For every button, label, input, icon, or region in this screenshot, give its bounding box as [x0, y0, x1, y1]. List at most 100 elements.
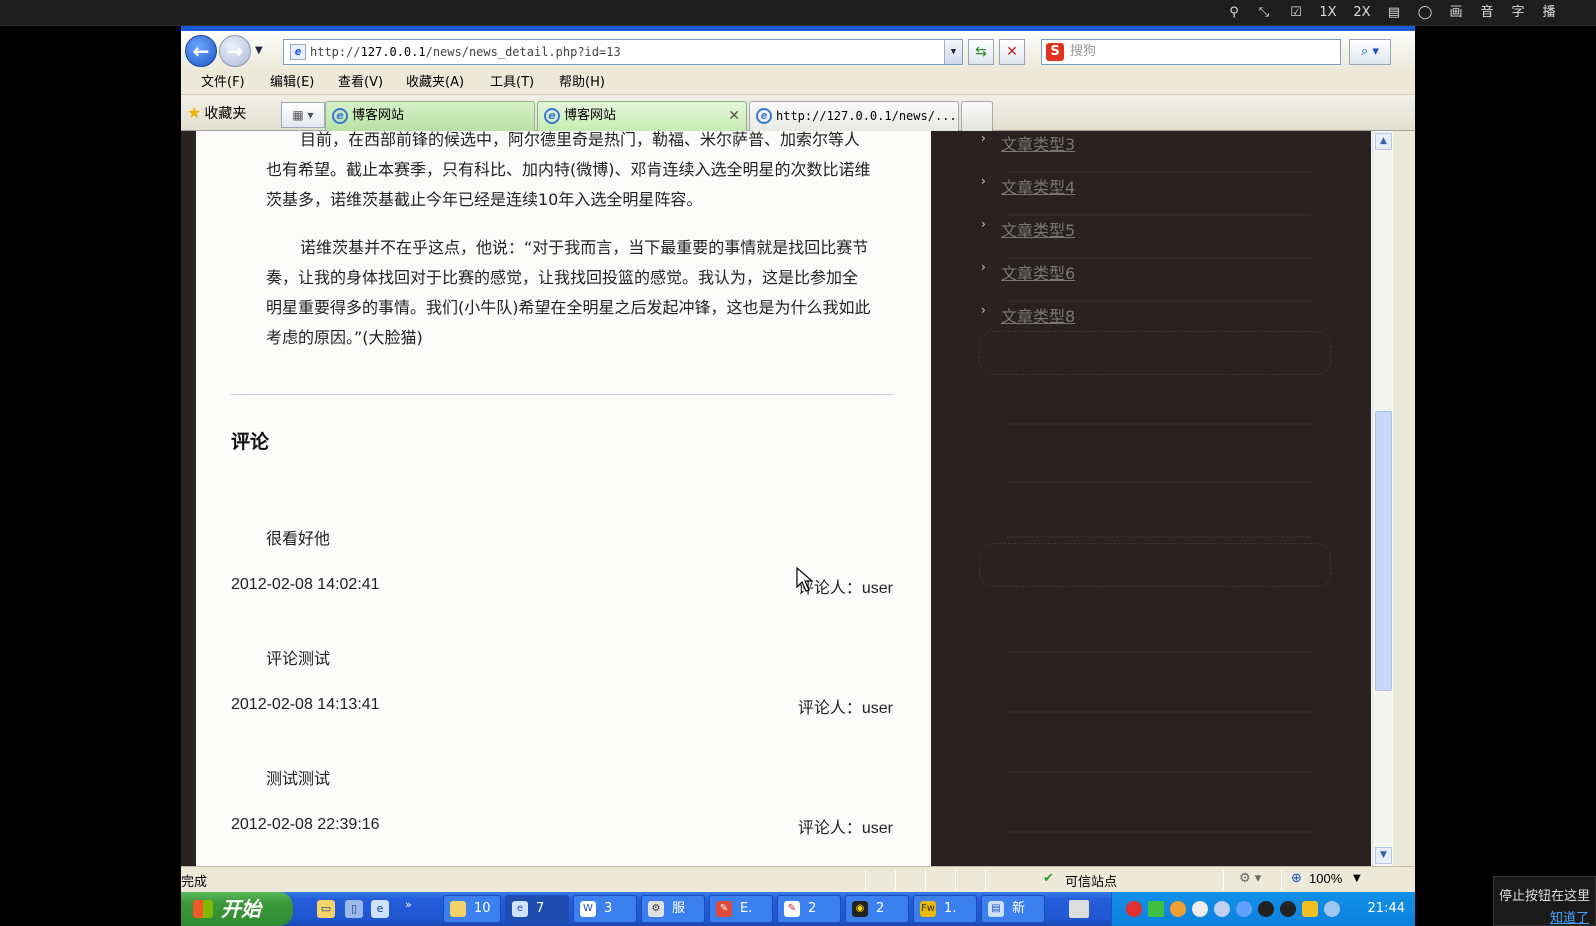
tray-network-icon[interactable] — [1214, 901, 1230, 917]
bullet-icon: › — [981, 260, 986, 274]
divider — [1006, 423, 1311, 425]
ie-icon: e — [332, 108, 348, 124]
taskbar-btn-qq[interactable]: ◉ 2 — [845, 895, 909, 923]
tab-2-active[interactable]: e 博客网站 ✕ — [537, 101, 747, 131]
folder-icon — [450, 901, 466, 917]
tray-qq-icon[interactable] — [1258, 901, 1274, 917]
taskbar-btn-fireworks[interactable]: Fw 1. — [913, 895, 977, 923]
tray-qq-icon[interactable] — [1280, 901, 1296, 917]
history-dropdown-icon[interactable]: ▼ — [255, 45, 263, 56]
menu-file[interactable]: 文件(F) — [201, 74, 245, 92]
search-placeholder: 搜狗 — [1070, 44, 1097, 59]
pin-icon[interactable]: ⚲ — [1225, 4, 1243, 22]
forward-arrow-icon: → — [226, 39, 244, 63]
taskbar-btn-explorer[interactable]: 10 — [443, 895, 501, 923]
play-button[interactable]: 播 — [1540, 4, 1558, 22]
taskbar-btn-word[interactable]: W3 — [573, 895, 637, 923]
taskbar-btn-server[interactable]: ⚙ 服 — [641, 895, 705, 923]
protected-mode-icon[interactable]: ⚙ ▾ — [1239, 871, 1261, 886]
forward-button[interactable]: → — [219, 35, 251, 67]
tray-volume-icon[interactable] — [1324, 901, 1340, 917]
comment-text: 评论测试 — [266, 649, 331, 668]
tray-cloud-icon[interactable] — [1236, 901, 1252, 917]
taskbar-btn-paint[interactable]: ✎ 2 — [777, 895, 841, 923]
taskbar-btn-editor[interactable]: ✎ E. — [709, 895, 773, 923]
category-link[interactable]: › 文章类型3 — [981, 131, 1075, 155]
divider — [1006, 711, 1311, 713]
tray-app-icon[interactable] — [1126, 901, 1142, 917]
start-label: 开始 — [221, 897, 261, 921]
divider — [1006, 214, 1311, 216]
menu-help[interactable]: 帮助(H) — [559, 74, 605, 92]
search-button[interactable]: ⌕ ▾ — [1349, 39, 1391, 65]
tray-shield-icon[interactable] — [1302, 901, 1318, 917]
mouse-cursor-icon — [796, 567, 814, 592]
menu-view[interactable]: 查看(V) — [338, 74, 383, 92]
taskbar-btn-ie[interactable]: e7 — [505, 895, 569, 923]
tray-player-icon[interactable] — [1148, 901, 1164, 917]
category-link[interactable]: › 文章类型4 — [981, 174, 1075, 198]
vertical-scrollbar[interactable]: ▲ ▼ — [1372, 131, 1393, 866]
tray-360-icon[interactable] — [1170, 901, 1186, 917]
tab-3[interactable]: e http://127.0.0.1/news/... — [749, 101, 959, 131]
menu-favorites[interactable]: 收藏夹(A) — [406, 74, 464, 92]
favorites-label: 收藏夹 — [204, 106, 247, 122]
desktop-icon[interactable]: ▯ — [345, 900, 363, 918]
speed-2x-button[interactable]: 2X — [1350, 4, 1374, 22]
back-button[interactable]: ← — [185, 35, 217, 67]
tab-1[interactable]: e 博客网站 — [325, 101, 535, 131]
paint-icon: ✎ — [784, 901, 800, 917]
zoom-dropdown-icon[interactable]: ▼ — [1353, 873, 1361, 884]
speed-1x-button[interactable]: 1X — [1316, 4, 1340, 22]
notification-text: 停止按钮在这里 — [1499, 889, 1591, 904]
sidebar-box — [979, 331, 1331, 375]
category-label: 文章类型8 — [1001, 307, 1076, 326]
start-button[interactable]: 开始 — [181, 892, 293, 926]
page-viewport: 目前，在西部前锋的候选中，阿尔德里奇是热门，勒福、米尔萨普、加索尔等人也有希望。… — [181, 131, 1415, 866]
audio-button[interactable]: 音 — [1478, 4, 1496, 22]
tray-ime-icon[interactable] — [1192, 901, 1208, 917]
more-icon[interactable]: » — [405, 898, 412, 911]
zoom-level[interactable]: 100% — [1309, 871, 1342, 886]
taskbar-btn-new[interactable]: ▤ 新 — [981, 895, 1045, 923]
quick-tabs-button[interactable]: ▦ ▾ — [281, 102, 325, 128]
favorites-button[interactable]: ★ 收藏夹 — [187, 103, 246, 124]
address-bar[interactable]: e http://127.0.0.1/news/news_detail.php?… — [283, 39, 963, 65]
screen-icon[interactable]: ▤ — [1385, 4, 1403, 22]
divider — [1006, 536, 1311, 538]
category-link[interactable]: › 文章类型6 — [981, 260, 1075, 284]
subtitle-button[interactable]: 字 — [1509, 4, 1527, 22]
category-link[interactable]: › 文章类型5 — [981, 217, 1076, 241]
search-input[interactable]: S 搜狗 — [1041, 39, 1341, 65]
keyboard-icon[interactable] — [1069, 900, 1089, 918]
stop-button[interactable]: ✕ — [999, 39, 1025, 65]
category-link[interactable]: › 文章类型8 — [981, 303, 1076, 327]
notification-dismiss-link[interactable]: 知道了 — [1550, 907, 1589, 926]
scroll-up-icon[interactable]: ▲ — [1375, 133, 1392, 150]
scroll-thumb[interactable] — [1375, 411, 1392, 691]
divider — [1006, 300, 1311, 302]
close-tab-icon[interactable]: ✕ — [728, 102, 740, 130]
resize-icon[interactable]: ⤡ — [1255, 4, 1273, 22]
trusted-check-icon: ✔ — [1043, 871, 1054, 886]
refresh-button[interactable]: ⇆ — [968, 39, 994, 65]
scroll-down-icon[interactable]: ▼ — [1375, 847, 1392, 864]
address-host: 127.0.0.1 — [360, 45, 426, 59]
picture-button[interactable]: 画 — [1447, 4, 1465, 22]
document-icon: ▤ — [988, 901, 1004, 917]
navigation-bar: ← → ▼ e http://127.0.0.1/news/news_detai… — [181, 31, 1415, 71]
clock[interactable]: 21:44 — [1368, 892, 1405, 926]
bulb-icon[interactable]: ◯ — [1416, 4, 1434, 22]
comment-time: 2012-02-08 14:13:41 — [231, 696, 380, 713]
folder-icon[interactable]: ▭ — [317, 900, 335, 918]
author-prefix: 评论人： — [797, 820, 862, 837]
menu-tools[interactable]: 工具(T) — [490, 74, 534, 92]
address-dropdown-icon[interactable]: ▼ — [944, 40, 962, 64]
new-tab-button[interactable] — [961, 101, 993, 131]
bullet-icon: › — [981, 131, 986, 145]
comment-author: 评论人：user — [798, 694, 893, 718]
checkbox-icon[interactable]: ☑ — [1287, 4, 1305, 22]
menu-edit[interactable]: 编辑(E) — [270, 74, 314, 92]
ie-launch-icon[interactable]: e — [371, 900, 389, 918]
category-label: 文章类型5 — [1001, 221, 1076, 240]
